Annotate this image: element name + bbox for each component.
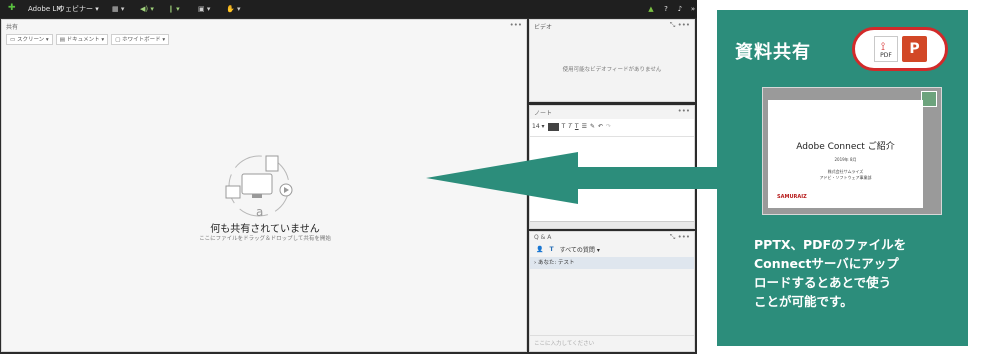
note-toolbar: 14 ▾ T T T ☰ ✎ ↶ ↷ [532, 121, 611, 132]
menu-webinar[interactable]: ウェビナー ▾ [58, 4, 99, 14]
hand-icon[interactable]: ✋ ▾ [226, 4, 244, 14]
underline-icon[interactable]: T [575, 123, 579, 130]
callout-title: 資料共有 [735, 42, 811, 63]
note-toolbar-divider [530, 136, 694, 137]
file-type-badge: ⟟ PDF P [852, 27, 948, 71]
qa-pod-menu-icon[interactable]: ⤡ ••• [670, 233, 690, 242]
note-pod-menu-icon[interactable]: ••• [678, 107, 690, 115]
video-pod-title: ビデオ [534, 24, 553, 31]
no-video-message: 使用可能なビデオフィードがありません [562, 67, 662, 73]
undo-icon[interactable]: ↶ [598, 123, 603, 130]
list-icon[interactable]: ☰ [582, 123, 587, 130]
share-document-button[interactable]: ▤ ドキュメント ▾ [55, 34, 109, 45]
qa-pod-title: Q & A [534, 234, 552, 241]
qa-pod: Q & A ⤡ ••• 👤 T すべての質問 ▾ › あなた: テスト ここに入… [529, 231, 695, 352]
user-icon[interactable]: 👤 [536, 246, 543, 253]
share-toolbar: ▭ スクリーン ▾ ▤ ドキュメント ▾ ▢ ホワイトボード ▾ [6, 34, 170, 45]
share-whiteboard-button[interactable]: ▢ ホワイトボード ▾ [111, 34, 170, 45]
qa-question-row[interactable]: › あなた: テスト [530, 257, 694, 269]
note-pod-header [530, 106, 694, 119]
slide-thumbnail: Adobe Connect ご紹介 2019年 8月 株式会社サムライズ アドビ… [762, 87, 942, 215]
svg-text:a: a [256, 205, 263, 219]
callout-panel: 資料共有 ⟟ PDF P Adobe Connect ご紹介 2019年 8月 … [717, 10, 968, 346]
microphone-icon[interactable]: ❙ ▾ [168, 4, 186, 14]
app-logo-icon: ✚ [8, 3, 16, 13]
slide-division: アドビ・ソフトウェア事業部 [819, 175, 872, 180]
italic-icon[interactable]: T [568, 123, 572, 130]
video-pod-menu-icon[interactable]: ⤡ ••• [670, 21, 690, 30]
powerpoint-file-icon: P [902, 36, 927, 62]
text-color-swatch[interactable] [547, 122, 559, 131]
pdf-file-icon: ⟟ PDF [874, 36, 898, 62]
pen-icon[interactable]: ✎ [590, 123, 595, 130]
redo-icon[interactable]: ↷ [606, 123, 611, 130]
bell-icon[interactable]: ♪ [675, 4, 685, 14]
slide-logo: SAMURAIZ [777, 194, 807, 200]
video-pod: ビデオ ⤡ ••• 使用可能なビデオフィードがありません [529, 19, 695, 102]
qa-filter-select[interactable]: すべての質問 ▾ [560, 245, 600, 254]
bold-icon[interactable]: T [562, 123, 566, 130]
note-pod-title: ノート [534, 110, 553, 117]
qa-input-field[interactable]: ここに入力してください [530, 335, 694, 351]
share-pod-title: 共有 [6, 24, 19, 31]
camera-icon[interactable]: ▣ ▾ [198, 4, 216, 14]
speaker-icon[interactable]: ◀) ▾ [140, 4, 158, 14]
grid-icon[interactable]: ▦ ▾ [112, 4, 130, 14]
share-screen-button[interactable]: ▭ スクリーン ▾ [6, 34, 53, 45]
slide-preview: Adobe Connect ご紹介 2019年 8月 株式会社サムライズ アドビ… [768, 100, 923, 208]
top-menu-bar: ✚ Adobe LM ウェビナー ▾ ▦ ▾ ◀) ▾ ❙ ▾ ▣ ▾ ✋ ▾ … [0, 0, 697, 18]
help-icon[interactable]: ? [661, 4, 671, 14]
more-icon[interactable]: » [688, 4, 698, 14]
note-scrollbar[interactable] [530, 221, 694, 228]
callout-description: PPTX、PDFのファイルを Connectサーバにアップ ロードするとあとで使… [754, 237, 907, 309]
empty-share-title: 何も共有されていません [210, 224, 320, 235]
qa-toolbar: 👤 T すべての質問 ▾ [536, 244, 600, 255]
empty-share-illustration-icon: a [225, 155, 293, 219]
signal-icon: ▲ [648, 5, 654, 13]
thumbnail-badge-icon [921, 91, 937, 107]
slide-date: 2019年 8月 [834, 157, 857, 162]
text-icon[interactable]: T [549, 246, 553, 253]
pod-menu-icon[interactable]: ••• [510, 21, 522, 29]
pointer-arrow-icon [426, 152, 726, 204]
font-size-select[interactable]: 14 ▾ [532, 123, 545, 130]
empty-share-subtitle: ここにファイルをドラッグ＆ドロップして共有を開始 [199, 236, 331, 242]
slide-title: Adobe Connect ご紹介 [796, 142, 895, 152]
